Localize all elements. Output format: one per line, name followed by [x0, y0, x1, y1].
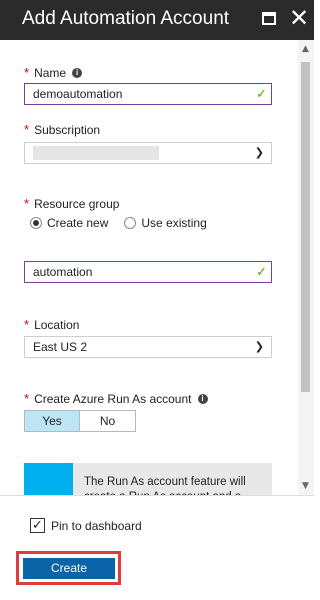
subscription-label: * Subscription: [24, 122, 101, 137]
radio-use-existing-label[interactable]: Use existing: [141, 216, 206, 230]
redacted-value: [33, 146, 159, 160]
required-asterisk: *: [24, 65, 30, 80]
run-as-toggle: Yes No: [24, 410, 136, 432]
create-button[interactable]: Create: [23, 558, 115, 579]
notice-text: The Run As account feature will create a…: [84, 476, 246, 495]
name-label: * Name i: [24, 65, 83, 80]
name-input[interactable]: demoautomation ✓: [24, 83, 272, 105]
required-asterisk: *: [24, 391, 30, 406]
close-icon[interactable]: ✕: [288, 4, 310, 32]
toggle-no[interactable]: No: [80, 411, 135, 431]
required-asterisk: *: [24, 317, 30, 332]
chevron-down-icon: ❯: [254, 340, 264, 353]
pin-label[interactable]: Pin to dashboard: [51, 519, 142, 533]
blade-title: Add Automation Account: [22, 8, 230, 29]
run-as-label: * Create Azure Run As account i: [24, 391, 208, 406]
name-input-value: demoautomation: [33, 87, 123, 101]
maximize-icon[interactable]: [262, 12, 276, 25]
resource-group-input-value: automation: [33, 265, 93, 279]
notice-accent: [24, 463, 73, 495]
info-icon[interactable]: i: [72, 67, 83, 78]
scrollbar-thumb[interactable]: [301, 62, 310, 392]
toggle-yes[interactable]: Yes: [25, 411, 80, 431]
checkmark-icon: ✓: [256, 265, 267, 280]
run-as-notice: The Run As account feature will create a…: [24, 463, 272, 495]
radio-create-new[interactable]: [30, 217, 42, 229]
radio-create-new-label[interactable]: Create new: [47, 216, 108, 230]
resource-group-options: Create new Use existing: [30, 216, 223, 230]
checkmark-icon: ✓: [256, 87, 267, 102]
scroll-up-icon[interactable]: ▲: [302, 44, 309, 54]
subscription-select[interactable]: ❯: [24, 142, 272, 164]
radio-use-existing[interactable]: [124, 217, 137, 229]
required-asterisk: *: [24, 196, 30, 211]
location-select-value: East US 2: [33, 340, 88, 354]
blade-header: Add Automation Account ✕: [0, 0, 314, 40]
chevron-down-icon: ❯: [254, 146, 264, 159]
location-label: * Location: [24, 317, 80, 332]
scroll-down-icon[interactable]: ▼: [302, 481, 309, 491]
resource-group-label: * Resource group: [24, 196, 120, 211]
blade-content: * Name i demoautomation ✓ * Subscription…: [0, 40, 298, 495]
scrollbar[interactable]: ▲ ▼: [298, 40, 314, 495]
location-select[interactable]: East US 2 ❯: [24, 336, 272, 358]
footer-divider: [0, 495, 314, 496]
pin-to-dashboard[interactable]: ✓ Pin to dashboard: [30, 518, 142, 533]
resource-group-input[interactable]: automation ✓: [24, 261, 272, 283]
required-asterisk: *: [24, 122, 30, 137]
pin-checkbox[interactable]: ✓: [30, 518, 45, 533]
info-icon[interactable]: i: [197, 393, 208, 404]
